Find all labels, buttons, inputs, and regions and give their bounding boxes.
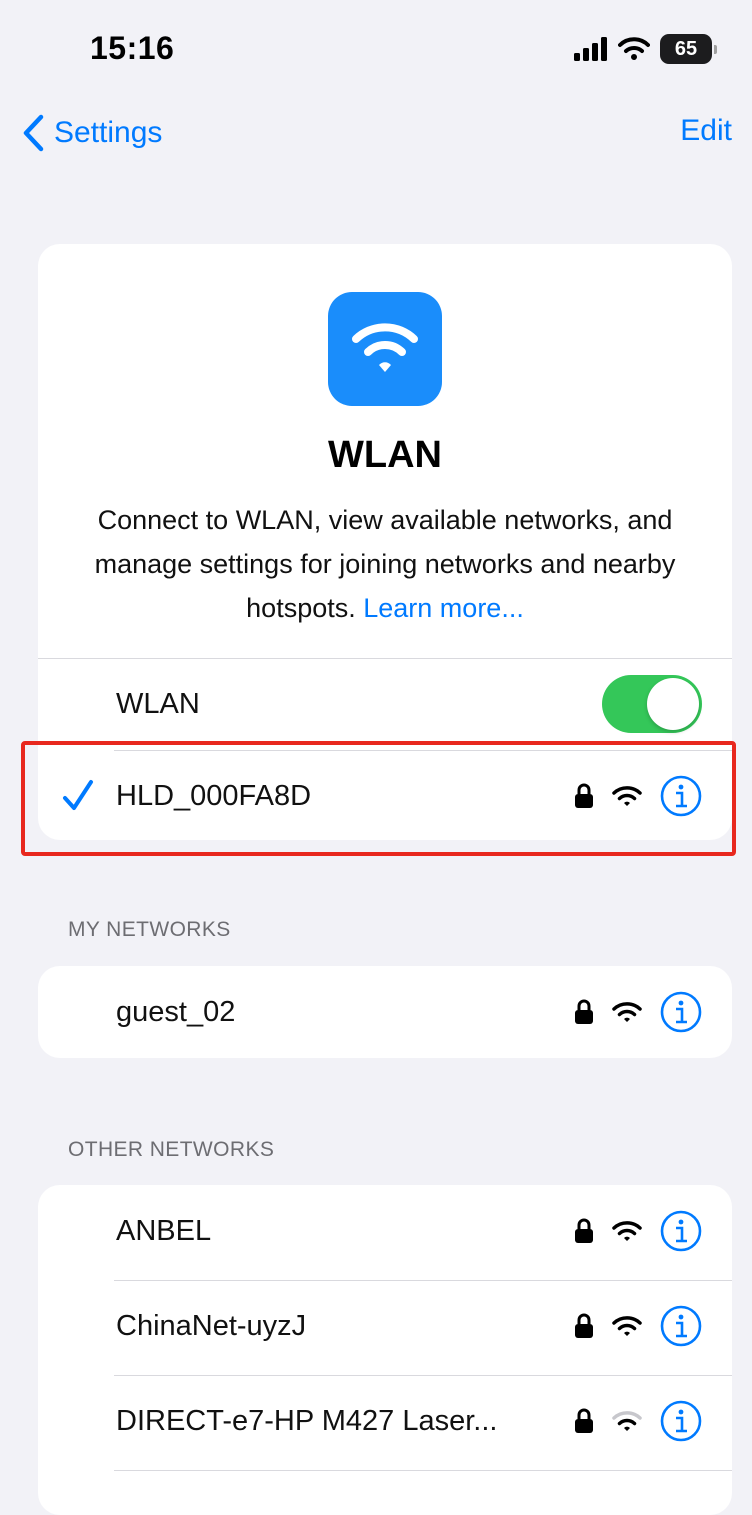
wifi-signal-icon: [612, 1411, 642, 1431]
wifi-signal-icon: [612, 1221, 642, 1241]
info-icon[interactable]: [660, 1400, 702, 1442]
toggle-knob: [647, 678, 699, 730]
battery-level: 65: [674, 37, 698, 60]
network-status-icons: [574, 1305, 702, 1347]
other-networks-header: OTHER NETWORKS: [68, 1138, 275, 1161]
info-icon[interactable]: [660, 1305, 702, 1347]
network-status-icons: [574, 775, 702, 817]
other-networks-list: ANBEL ChinaNet-uyzJ DIRECT-e7-HP M427 La…: [38, 1185, 732, 1515]
row-divider: [38, 658, 732, 659]
my-networks-list: guest_02: [38, 966, 732, 1058]
connected-network-row[interactable]: HLD_000FA8D: [38, 750, 732, 840]
back-button-label: Settings: [54, 116, 163, 149]
wifi-signal-icon: [612, 1002, 642, 1022]
network-status-icons: [574, 991, 702, 1033]
status-time: 15:16: [90, 30, 175, 66]
row-divider: [114, 1375, 732, 1376]
learn-more-link[interactable]: Learn more...: [363, 593, 524, 623]
chevron-left-icon: [23, 114, 44, 152]
network-row[interactable]: ChinaNet-uyzJ: [38, 1280, 732, 1372]
wlan-toggle-row: WLAN: [38, 658, 732, 750]
row-divider: [114, 750, 732, 751]
status-bar: 15:16 65: [0, 0, 752, 100]
network-status-icons: [574, 1210, 702, 1252]
wlan-toggle-switch[interactable]: [602, 675, 702, 733]
network-name: ChinaNet-uyzJ: [116, 1309, 307, 1342]
network-name: DIRECT-e7-HP M427 Laser...: [116, 1404, 498, 1437]
header-description: Connect to WLAN, view available networks…: [64, 498, 706, 630]
my-networks-header: MY NETWORKS: [68, 918, 231, 941]
connected-network-name: HLD_000FA8D: [116, 779, 312, 812]
lock-icon: [575, 999, 593, 1024]
row-divider: [114, 1280, 732, 1281]
wifi-status-icon: [618, 37, 650, 60]
navigation-bar: Settings Edit: [0, 100, 752, 170]
lock-icon: [575, 783, 593, 808]
checkmark-icon: [63, 780, 93, 810]
wifi-signal-icon: [612, 786, 642, 806]
lock-icon: [575, 1408, 593, 1433]
info-icon[interactable]: [660, 775, 702, 817]
status-icons: 65: [574, 34, 717, 64]
wlan-app-icon: [328, 292, 442, 406]
network-row[interactable]: guest_02: [38, 966, 732, 1058]
page-title: WLAN: [328, 434, 442, 476]
network-row[interactable]: ANBEL: [38, 1185, 732, 1277]
network-name: ANBEL: [116, 1214, 212, 1247]
wifi-icon: [352, 323, 418, 372]
battery-icon: 65: [660, 34, 717, 64]
row-divider: [114, 1470, 732, 1471]
network-row[interactable]: [38, 1470, 732, 1515]
info-icon[interactable]: [660, 1210, 702, 1252]
edit-button[interactable]: Edit: [680, 114, 732, 148]
wlan-toggle-label: WLAN: [116, 687, 200, 720]
wifi-signal-icon: [612, 1316, 642, 1336]
lock-icon: [575, 1313, 593, 1338]
info-icon[interactable]: [660, 991, 702, 1033]
wlan-card: WLAN Connect to WLAN, view available net…: [38, 244, 732, 840]
cellular-signal-icon: [574, 37, 607, 61]
lock-icon: [575, 1218, 593, 1243]
back-button[interactable]: Settings: [22, 114, 162, 152]
network-name: guest_02: [116, 995, 236, 1028]
network-status-icons: [574, 1400, 702, 1442]
network-row[interactable]: DIRECT-e7-HP M427 Laser...: [38, 1375, 732, 1467]
